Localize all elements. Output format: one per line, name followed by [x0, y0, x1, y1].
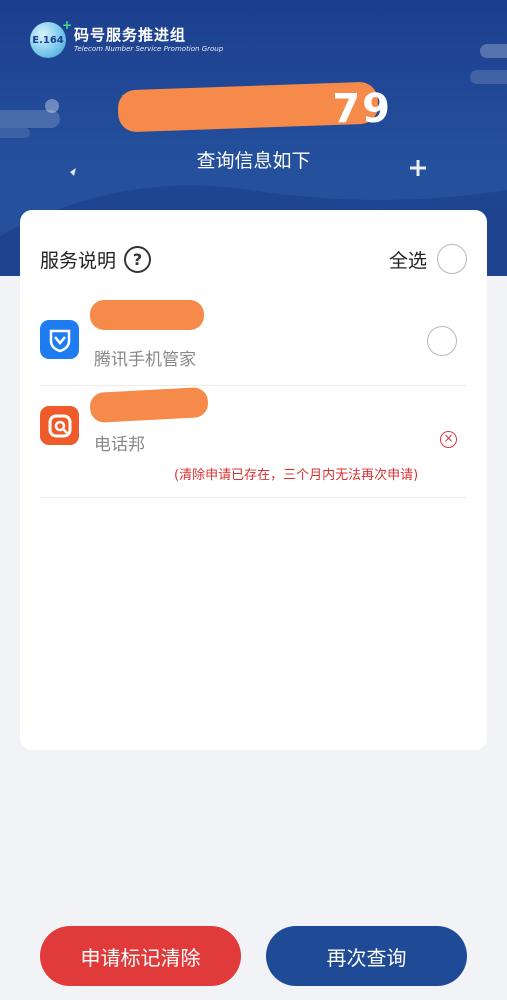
brand-name-cn: 码号服务推进组 [74, 26, 187, 44]
list-item: 电话邦 × (清除申请已存在，三个月内无法再次申请) [40, 386, 467, 498]
phone-number-suffix: 79 [332, 86, 392, 132]
brand-text: 码号服务推进组 Telecom Number Service Promotion… [74, 26, 223, 54]
redaction-mark [90, 300, 204, 330]
brand-name-en: Telecom Number Service Promotion Group [74, 45, 224, 53]
e164-logo-icon: E.164 + [30, 18, 72, 58]
help-icon[interactable]: ? [124, 245, 152, 273]
dianhuabang-icon [40, 406, 79, 445]
list-item[interactable]: 腾讯手机管家 [40, 294, 467, 386]
tencent-shield-icon [40, 320, 79, 359]
select-all-control[interactable]: 全选 [389, 244, 467, 274]
app-name: 腾讯手机管家 [94, 350, 196, 370]
service-description-title: 服务说明 [40, 249, 117, 272]
requery-button[interactable]: 再次查询 [266, 926, 467, 986]
card-header: 服务说明 ? 全选 [40, 244, 467, 274]
select-all-radio[interactable] [437, 244, 467, 274]
queried-phone-number: 1 79 [117, 81, 398, 138]
blocked-x-icon: × [440, 431, 457, 448]
app-select-radio[interactable] [427, 326, 457, 356]
query-subtitle: 查询信息如下 [196, 150, 311, 172]
results-card: 服务说明 ? 全选 腾讯手机管家 电话邦 × (清除申请已存在，三个月内无法再次… [20, 210, 487, 750]
redaction-mark [89, 386, 209, 424]
app-name: 电话邦 [94, 435, 145, 455]
warning-text: (清除申请已存在，三个月内无法再次申请) [174, 468, 419, 483]
apply-clear-mark-button[interactable]: 申请标记清除 [40, 926, 241, 986]
brand-logo-block: E.164 + 码号服务推进组 Telecom Number Service P… [30, 18, 223, 58]
select-all-label: 全选 [388, 249, 427, 272]
